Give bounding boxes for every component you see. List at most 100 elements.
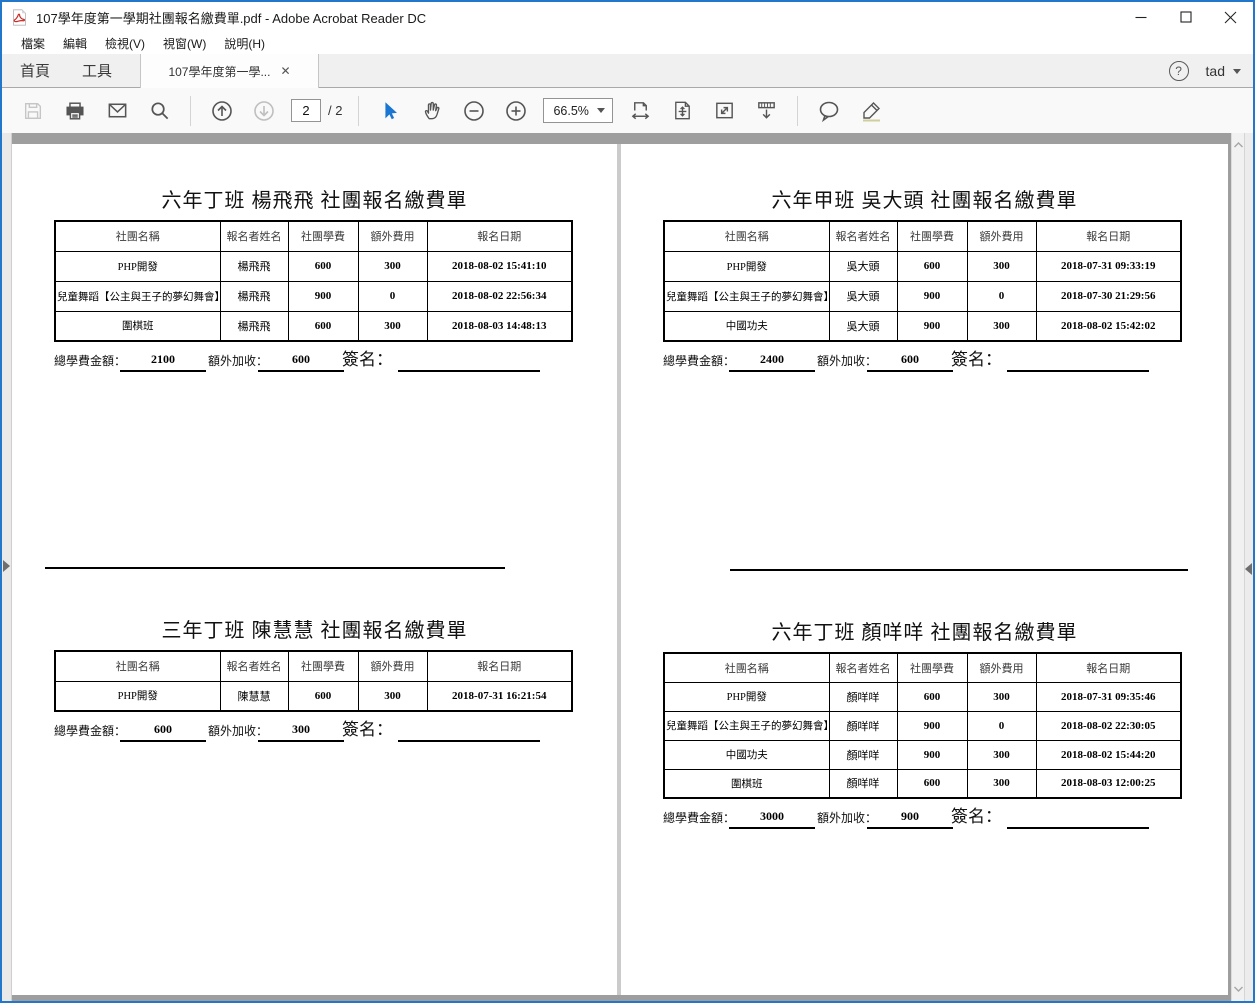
tabbar: 首頁 工具 107學年度第一學... ✕ ? tad (2, 54, 1253, 88)
save-button[interactable] (16, 94, 50, 128)
column-header: 報名日期 (1036, 221, 1181, 251)
maximize-button[interactable] (1163, 2, 1208, 32)
column-header: 額外費用 (967, 221, 1036, 251)
table-cell: 0 (967, 281, 1036, 311)
menu-window[interactable]: 視窗(W) (154, 33, 215, 54)
zoom-out-button[interactable] (457, 94, 491, 128)
comment-button[interactable] (812, 94, 846, 128)
nav-pane-expand-icon[interactable] (3, 560, 10, 572)
table-cell: 中國功夫 (664, 740, 829, 769)
highlight-button[interactable] (854, 94, 888, 128)
total-label: 總學費金額： (663, 809, 735, 826)
vertical-scrollbar[interactable] (1231, 133, 1244, 1001)
table-cell: 2018-08-03 14:48:13 (427, 311, 572, 341)
hand-tool-button[interactable] (415, 94, 449, 128)
fit-width-button[interactable] (623, 94, 657, 128)
table-cell: 兒童舞蹈【公主與王子的夢幻舞會】 (55, 281, 220, 311)
save-icon (22, 100, 44, 122)
comment-bubble-icon (817, 99, 841, 123)
tab-document[interactable]: 107學年度第一學... ✕ (140, 54, 319, 88)
table-cell: 600 (288, 251, 358, 281)
menu-help[interactable]: 說明(H) (215, 33, 274, 54)
column-header: 報名日期 (427, 221, 572, 251)
print-button[interactable] (58, 94, 92, 128)
page-number-input[interactable] (291, 99, 321, 122)
column-header: 報名日期 (1036, 653, 1181, 682)
table-cell: 300 (967, 251, 1036, 281)
table-row: PHP開發楊飛飛6003002018-08-02 15:41:10 (55, 251, 572, 281)
fullscreen-button[interactable] (707, 94, 741, 128)
titlebar: 107學年度第一學期社團報名繳費單.pdf - Adobe Acrobat Re… (2, 2, 1253, 32)
scroll-down-icon[interactable] (1232, 981, 1244, 997)
scroll-mode-icon (755, 99, 778, 122)
table-cell: 吳大頭 (829, 311, 897, 341)
table-cell: 300 (967, 311, 1036, 341)
menu-edit[interactable]: 編輯 (54, 33, 96, 54)
total-label: 總學費金額： (54, 722, 126, 739)
form-title: 六年丁班 顏咩咩 社團報名繳費單 (621, 621, 1228, 645)
email-button[interactable] (100, 94, 134, 128)
table-row: 兒童舞蹈【公主與王子的夢幻舞會】吳大頭90002018-07-30 21:29:… (664, 281, 1181, 311)
page-down-icon (252, 99, 276, 123)
signature-line (1007, 354, 1149, 372)
navigation-pane-strip[interactable] (2, 133, 12, 1001)
minimize-button[interactable] (1118, 2, 1163, 32)
email-icon (106, 99, 129, 122)
plus-circle-icon (504, 99, 528, 123)
total-label: 總學費金額： (663, 352, 735, 369)
minus-circle-icon (462, 99, 486, 123)
search-button[interactable] (142, 94, 176, 128)
form-title: 三年丁班 陳慧慧 社團報名繳費單 (12, 619, 617, 643)
fee-table: 社團名稱報名者姓名社團學費額外費用報名日期PHP開發陳慧慧6003002018-… (54, 650, 573, 712)
table-cell: 吳大頭 (829, 281, 897, 311)
table-cell: 300 (358, 251, 427, 281)
tab-home[interactable]: 首頁 (6, 54, 64, 87)
total-value: 600 (120, 722, 206, 742)
table-row: PHP開發陳慧慧6003002018-07-31 16:21:54 (55, 681, 572, 711)
fee-form-4: 六年丁班 顏咩咩 社團報名繳費單 社團名稱報名者姓名社團學費額外費用報名日期PH… (621, 621, 1228, 829)
chevron-down-icon (1233, 69, 1241, 74)
table-row: 圍棋班楊飛飛6003002018-08-03 14:48:13 (55, 311, 572, 341)
fit-page-button[interactable] (665, 94, 699, 128)
table-cell: 600 (897, 251, 967, 281)
tab-close-icon[interactable]: ✕ (280, 65, 290, 77)
column-header: 社團學費 (897, 221, 967, 251)
tab-tools[interactable]: 工具 (68, 54, 126, 87)
table-cell: 楊飛飛 (220, 311, 288, 341)
menu-file[interactable]: 檔案 (12, 33, 54, 54)
toolbar-divider (797, 96, 798, 126)
form-title: 六年丁班 楊飛飛 社團報名繳費單 (12, 189, 617, 213)
menu-view[interactable]: 檢視(V) (96, 33, 154, 54)
table-cell: 顏咩咩 (829, 711, 897, 740)
table-cell: 900 (288, 281, 358, 311)
table-cell: 600 (897, 682, 967, 711)
select-tool-button[interactable] (373, 94, 407, 128)
header-row: 社團名稱報名者姓名社團學費額外費用報名日期 (55, 651, 572, 681)
help-icon[interactable]: ? (1169, 61, 1189, 81)
user-menu[interactable]: tad (1206, 63, 1241, 79)
extra-value: 900 (867, 809, 953, 829)
close-button[interactable] (1208, 2, 1253, 32)
next-page-button[interactable] (247, 94, 281, 128)
zoom-level-dropdown[interactable]: 66.5% (543, 98, 613, 123)
extra-value: 300 (258, 722, 344, 742)
maximize-icon (1180, 11, 1192, 23)
fee-form-2: 六年甲班 吳大頭 社團報名繳費單 社團名稱報名者姓名社團學費額外費用報名日期PH… (621, 189, 1228, 372)
zoom-in-button[interactable] (499, 94, 533, 128)
tools-pane-expand-icon[interactable] (1245, 563, 1252, 575)
table-cell: 300 (967, 740, 1036, 769)
tools-pane-strip[interactable] (1244, 133, 1253, 1001)
fee-table: 社團名稱報名者姓名社團學費額外費用報名日期PHP開發顏咩咩6003002018-… (663, 652, 1182, 799)
table-cell: 顏咩咩 (829, 769, 897, 798)
form-footer: 總學費金額： 2400 額外加收： 600 簽名： (621, 348, 1228, 372)
extra-value: 600 (258, 352, 344, 372)
table-cell: 楊飛飛 (220, 251, 288, 281)
column-header: 社團名稱 (664, 221, 829, 251)
previous-page-button[interactable] (205, 94, 239, 128)
scroll-mode-button[interactable] (749, 94, 783, 128)
table-cell: 600 (288, 681, 358, 711)
table-cell: 600 (288, 311, 358, 341)
table-cell: 900 (897, 740, 967, 769)
fee-form-1: 六年丁班 楊飛飛 社團報名繳費單 社團名稱報名者姓名社團學費額外費用報名日期PH… (12, 189, 617, 372)
scroll-up-icon[interactable] (1232, 137, 1244, 153)
